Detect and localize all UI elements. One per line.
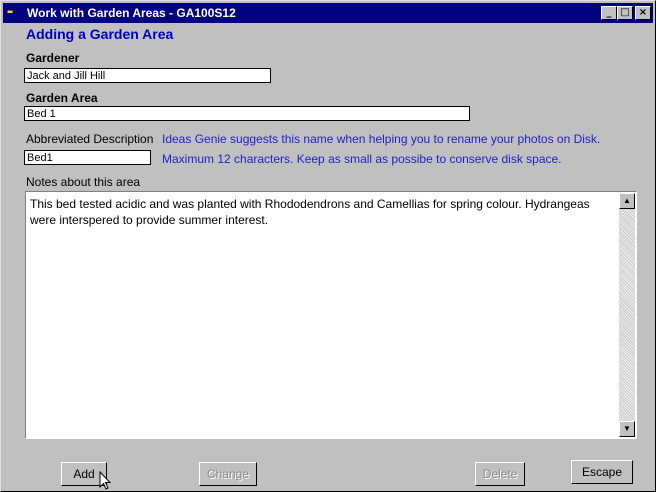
arrow-down-icon: ▼ bbox=[623, 424, 631, 433]
delete-button[interactable]: Delete bbox=[475, 462, 525, 486]
arrow-up-icon: ▲ bbox=[623, 196, 631, 205]
garden-area-field[interactable]: Bed 1 bbox=[24, 106, 470, 121]
gardener-field[interactable]: Jack and Jill Hill bbox=[24, 68, 271, 83]
escape-button[interactable]: Escape bbox=[571, 460, 633, 484]
title-bar[interactable]: ▪▪ Work with Garden Areas - GA100S12 _ □… bbox=[3, 3, 653, 23]
notes-text: This bed tested acidic and was planted w… bbox=[30, 197, 590, 227]
app-icon[interactable]: ▪▪ bbox=[7, 7, 13, 18]
close-icon: × bbox=[638, 7, 648, 18]
garden-area-label: Garden Area bbox=[26, 91, 98, 105]
minimize-button[interactable]: _ bbox=[601, 6, 617, 20]
abbrev-field[interactable]: Bed1 bbox=[24, 150, 151, 165]
change-button[interactable]: Change bbox=[199, 462, 257, 486]
notes-label: Notes about this area bbox=[26, 175, 141, 189]
gardener-label: Gardener bbox=[26, 51, 80, 65]
minimize-icon: _ bbox=[606, 7, 612, 18]
abbrev-label: Abbreviated Description bbox=[26, 132, 154, 146]
scroll-up-button[interactable]: ▲ bbox=[619, 193, 635, 209]
close-button[interactable]: × bbox=[635, 6, 651, 20]
notes-scrollbar[interactable]: ▲ ▼ bbox=[619, 193, 635, 437]
window-title: Work with Garden Areas - GA100S12 bbox=[27, 6, 236, 20]
form-heading: Adding a Garden Area bbox=[26, 26, 174, 42]
abbrev-hint-2: Maximum 12 characters. Keep as small as … bbox=[162, 152, 562, 166]
maximize-button[interactable]: □ bbox=[617, 6, 633, 20]
notes-textarea[interactable]: This bed tested acidic and was planted w… bbox=[25, 191, 637, 439]
main-window: ▪▪ Work with Garden Areas - GA100S12 _ □… bbox=[0, 0, 656, 492]
maximize-icon: □ bbox=[620, 7, 630, 18]
scroll-down-button[interactable]: ▼ bbox=[619, 421, 635, 437]
mouse-cursor-icon bbox=[99, 471, 112, 490]
abbrev-hint-1: Ideas Genie suggests this name when help… bbox=[162, 132, 601, 146]
